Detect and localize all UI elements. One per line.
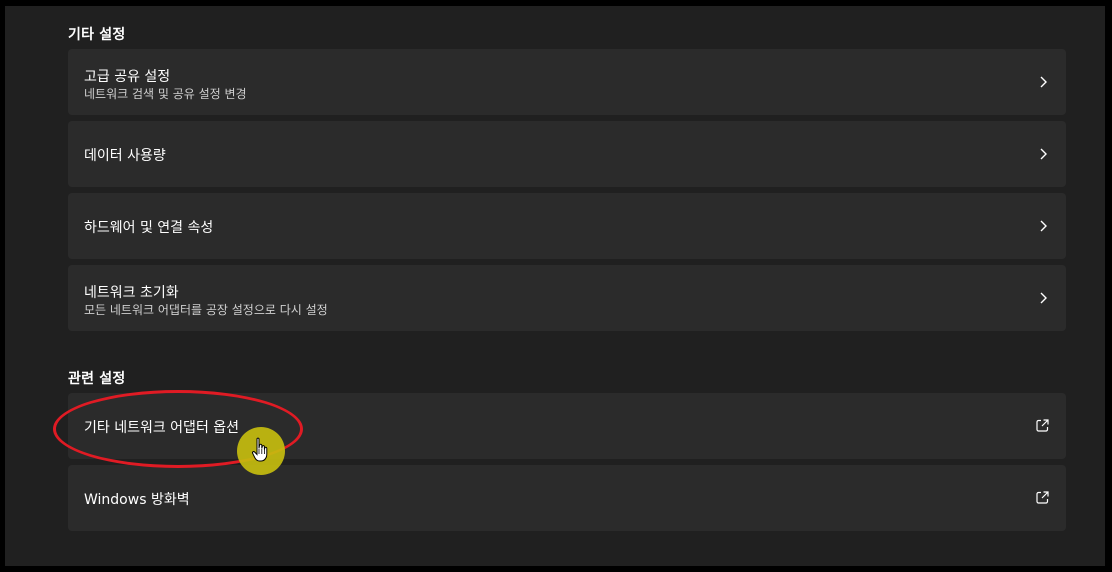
chevron-right-icon: [1040, 76, 1047, 88]
card-title: 하드웨어 및 연결 속성: [84, 220, 214, 236]
card-title: Windows 방화벽: [84, 492, 190, 508]
card-subtitle: 모든 네트워크 어댑터를 공장 설정으로 다시 설정: [84, 303, 328, 317]
more-network-adapter-options-card[interactable]: 기타 네트워크 어댑터 옵션: [68, 393, 1066, 459]
card-title: 고급 공유 설정: [84, 69, 171, 85]
advanced-sharing-settings-card[interactable]: 고급 공유 설정 네트워크 검색 및 공유 설정 변경: [68, 49, 1066, 115]
card-title: 기타 네트워크 어댑터 옵션: [84, 420, 240, 436]
card-title: 네트워크 초기화: [84, 285, 179, 301]
data-usage-card[interactable]: 데이터 사용량: [68, 121, 1066, 187]
section-heading-other-settings: 기타 설정: [68, 27, 126, 43]
network-reset-card[interactable]: 네트워크 초기화 모든 네트워크 어댑터를 공장 설정으로 다시 설정: [68, 265, 1066, 331]
external-link-icon: [1036, 491, 1049, 504]
settings-window: 기타 설정 고급 공유 설정 네트워크 검색 및 공유 설정 변경 데이터 사용…: [5, 6, 1105, 566]
card-subtitle: 네트워크 검색 및 공유 설정 변경: [84, 87, 247, 101]
chevron-right-icon: [1040, 148, 1047, 160]
card-title: 데이터 사용량: [84, 148, 166, 164]
external-link-icon: [1036, 419, 1049, 432]
windows-firewall-card[interactable]: Windows 방화벽: [68, 465, 1066, 531]
hardware-connection-properties-card[interactable]: 하드웨어 및 연결 속성: [68, 193, 1066, 259]
chevron-right-icon: [1040, 292, 1047, 304]
chevron-right-icon: [1040, 220, 1047, 232]
section-heading-related-settings: 관련 설정: [68, 371, 126, 387]
